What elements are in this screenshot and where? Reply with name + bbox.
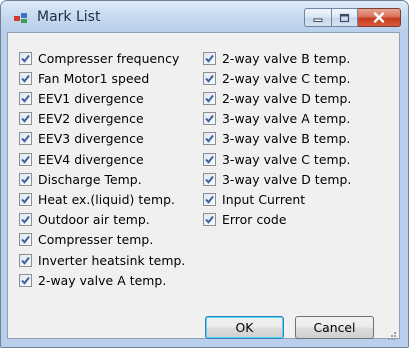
checkmark-icon: [205, 215, 214, 224]
checkbox[interactable]: [203, 152, 216, 166]
checkbox[interactable]: [203, 71, 216, 85]
checkbox-label: EEV1 divergence: [38, 90, 144, 106]
checkbox-item[interactable]: Inverter heatsink temp.: [19, 251, 185, 269]
checkbox[interactable]: [203, 91, 216, 105]
dialog-body: Compresser frequency Fan Motor1 speed EEV1…: [7, 32, 400, 340]
ok-button[interactable]: OK: [205, 316, 284, 339]
checkbox-item[interactable]: EEV4 divergence: [19, 150, 144, 168]
checkmark-icon: [21, 74, 30, 83]
checkmark-icon: [205, 54, 214, 63]
caption-buttons: [304, 8, 401, 28]
checkbox-label: 3-way valve A temp.: [222, 111, 351, 127]
checkbox-label: Outdoor air temp.: [38, 212, 150, 228]
checkmark-icon: [21, 175, 30, 184]
checkmark-icon: [21, 94, 30, 103]
checkmark-icon: [21, 195, 30, 204]
checkmark-icon: [205, 195, 214, 204]
checkbox-item[interactable]: 2-way valve B temp.: [203, 49, 350, 67]
checkmark-icon: [21, 155, 30, 164]
checkbox[interactable]: [19, 172, 32, 186]
checkbox[interactable]: [203, 112, 216, 126]
checkbox-item[interactable]: 3-way valve C temp.: [203, 150, 351, 168]
checkbox-label: Input Current: [222, 191, 306, 207]
resize-grip-icon[interactable]: [387, 326, 397, 340]
checkbox-label: Error code: [222, 212, 287, 228]
minimize-icon: [313, 8, 324, 27]
maximize-icon: [339, 8, 350, 27]
cancel-button[interactable]: Cancel: [295, 316, 374, 339]
checkbox-item[interactable]: Error code: [203, 211, 287, 229]
checkbox[interactable]: [19, 152, 32, 166]
app-icon: [13, 10, 29, 24]
checkmark-icon: [205, 74, 214, 83]
checkmark-icon: [21, 135, 30, 144]
checkmark-icon: [21, 114, 30, 123]
checkmark-icon: [205, 94, 214, 103]
checkmark-icon: [21, 276, 30, 285]
checkbox[interactable]: [19, 132, 32, 146]
checkbox-label: Discharge Temp.: [38, 171, 142, 187]
checkbox-label: 2-way valve C temp.: [222, 70, 351, 86]
checkbox-item[interactable]: Compresser temp.: [19, 231, 153, 249]
checkbox-item[interactable]: Compresser frequency: [19, 49, 179, 67]
checkbox-item[interactable]: Discharge Temp.: [19, 170, 142, 188]
checkmark-icon: [205, 155, 214, 164]
checkbox[interactable]: [19, 112, 32, 126]
checkbox-item[interactable]: Heat ex.(liquid) temp.: [19, 190, 175, 208]
close-button[interactable]: [358, 8, 401, 27]
checkmark-icon: [21, 215, 30, 224]
checkbox[interactable]: [203, 51, 216, 65]
checkbox-item[interactable]: 3-way valve A temp.: [203, 110, 350, 128]
checkbox-item[interactable]: Input Current: [203, 190, 305, 208]
checkbox[interactable]: [19, 71, 32, 85]
checkbox[interactable]: [203, 132, 216, 146]
checkbox-label: Inverter heatsink temp.: [38, 252, 186, 268]
checkmark-icon: [21, 54, 30, 63]
checkbox-label: EEV3 divergence: [38, 131, 144, 147]
checkbox-label: Compresser temp.: [38, 232, 154, 248]
checkmark-icon: [205, 135, 214, 144]
checkbox-item[interactable]: 3-way valve D temp.: [203, 170, 351, 188]
checkmark-icon: [205, 114, 214, 123]
checkbox[interactable]: [19, 273, 32, 287]
checkbox-label: EEV4 divergence: [38, 151, 144, 167]
checkbox[interactable]: [19, 192, 32, 206]
checkbox-label: 3-way valve D temp.: [222, 171, 352, 187]
checkbox-item[interactable]: EEV3 divergence: [19, 130, 144, 148]
checkmark-icon: [21, 256, 30, 265]
checkbox-label: EEV2 divergence: [38, 111, 144, 127]
window-title: Mark List: [37, 9, 101, 25]
checkbox[interactable]: [19, 253, 32, 267]
checkbox[interactable]: [19, 213, 32, 227]
checkbox-label: Fan Motor1 speed: [38, 70, 150, 86]
checkbox[interactable]: [203, 192, 216, 206]
checkbox-item[interactable]: Outdoor air temp.: [19, 211, 150, 229]
checkbox-item[interactable]: Fan Motor1 speed: [19, 69, 149, 87]
checkbox-item[interactable]: 2-way valve D temp.: [203, 89, 351, 107]
checkbox-label: Compresser frequency: [38, 50, 180, 66]
mark-list-dialog: Mark List Compresser frequency Fan Motor1…: [0, 0, 409, 348]
checkmark-icon: [21, 236, 30, 245]
maximize-button[interactable]: [331, 8, 358, 27]
checkbox-item[interactable]: EEV1 divergence: [19, 89, 144, 107]
checkbox[interactable]: [203, 213, 216, 227]
checkbox-item[interactable]: 2-way valve C temp.: [203, 69, 351, 87]
checkmark-icon: [205, 175, 214, 184]
minimize-button[interactable]: [304, 8, 331, 27]
checkbox-label: 2-way valve D temp.: [222, 90, 352, 106]
checkbox-item[interactable]: EEV2 divergence: [19, 110, 144, 128]
checkbox-item[interactable]: 3-way valve B temp.: [203, 130, 350, 148]
checkbox-item[interactable]: 2-way valve A temp.: [19, 271, 166, 289]
checkbox-label: 2-way valve B temp.: [222, 50, 351, 66]
checkbox-label: 3-way valve B temp.: [222, 131, 351, 147]
close-icon: [373, 8, 385, 27]
checkbox[interactable]: [203, 172, 216, 186]
checkbox[interactable]: [19, 233, 32, 247]
checkbox[interactable]: [19, 91, 32, 105]
checkbox-label: 2-way valve A temp.: [38, 272, 167, 288]
checkbox-label: 3-way valve C temp.: [222, 151, 351, 167]
title-bar[interactable]: Mark List: [1, 1, 408, 32]
checkbox[interactable]: [19, 51, 32, 65]
checkbox-label: Heat ex.(liquid) temp.: [38, 191, 175, 207]
